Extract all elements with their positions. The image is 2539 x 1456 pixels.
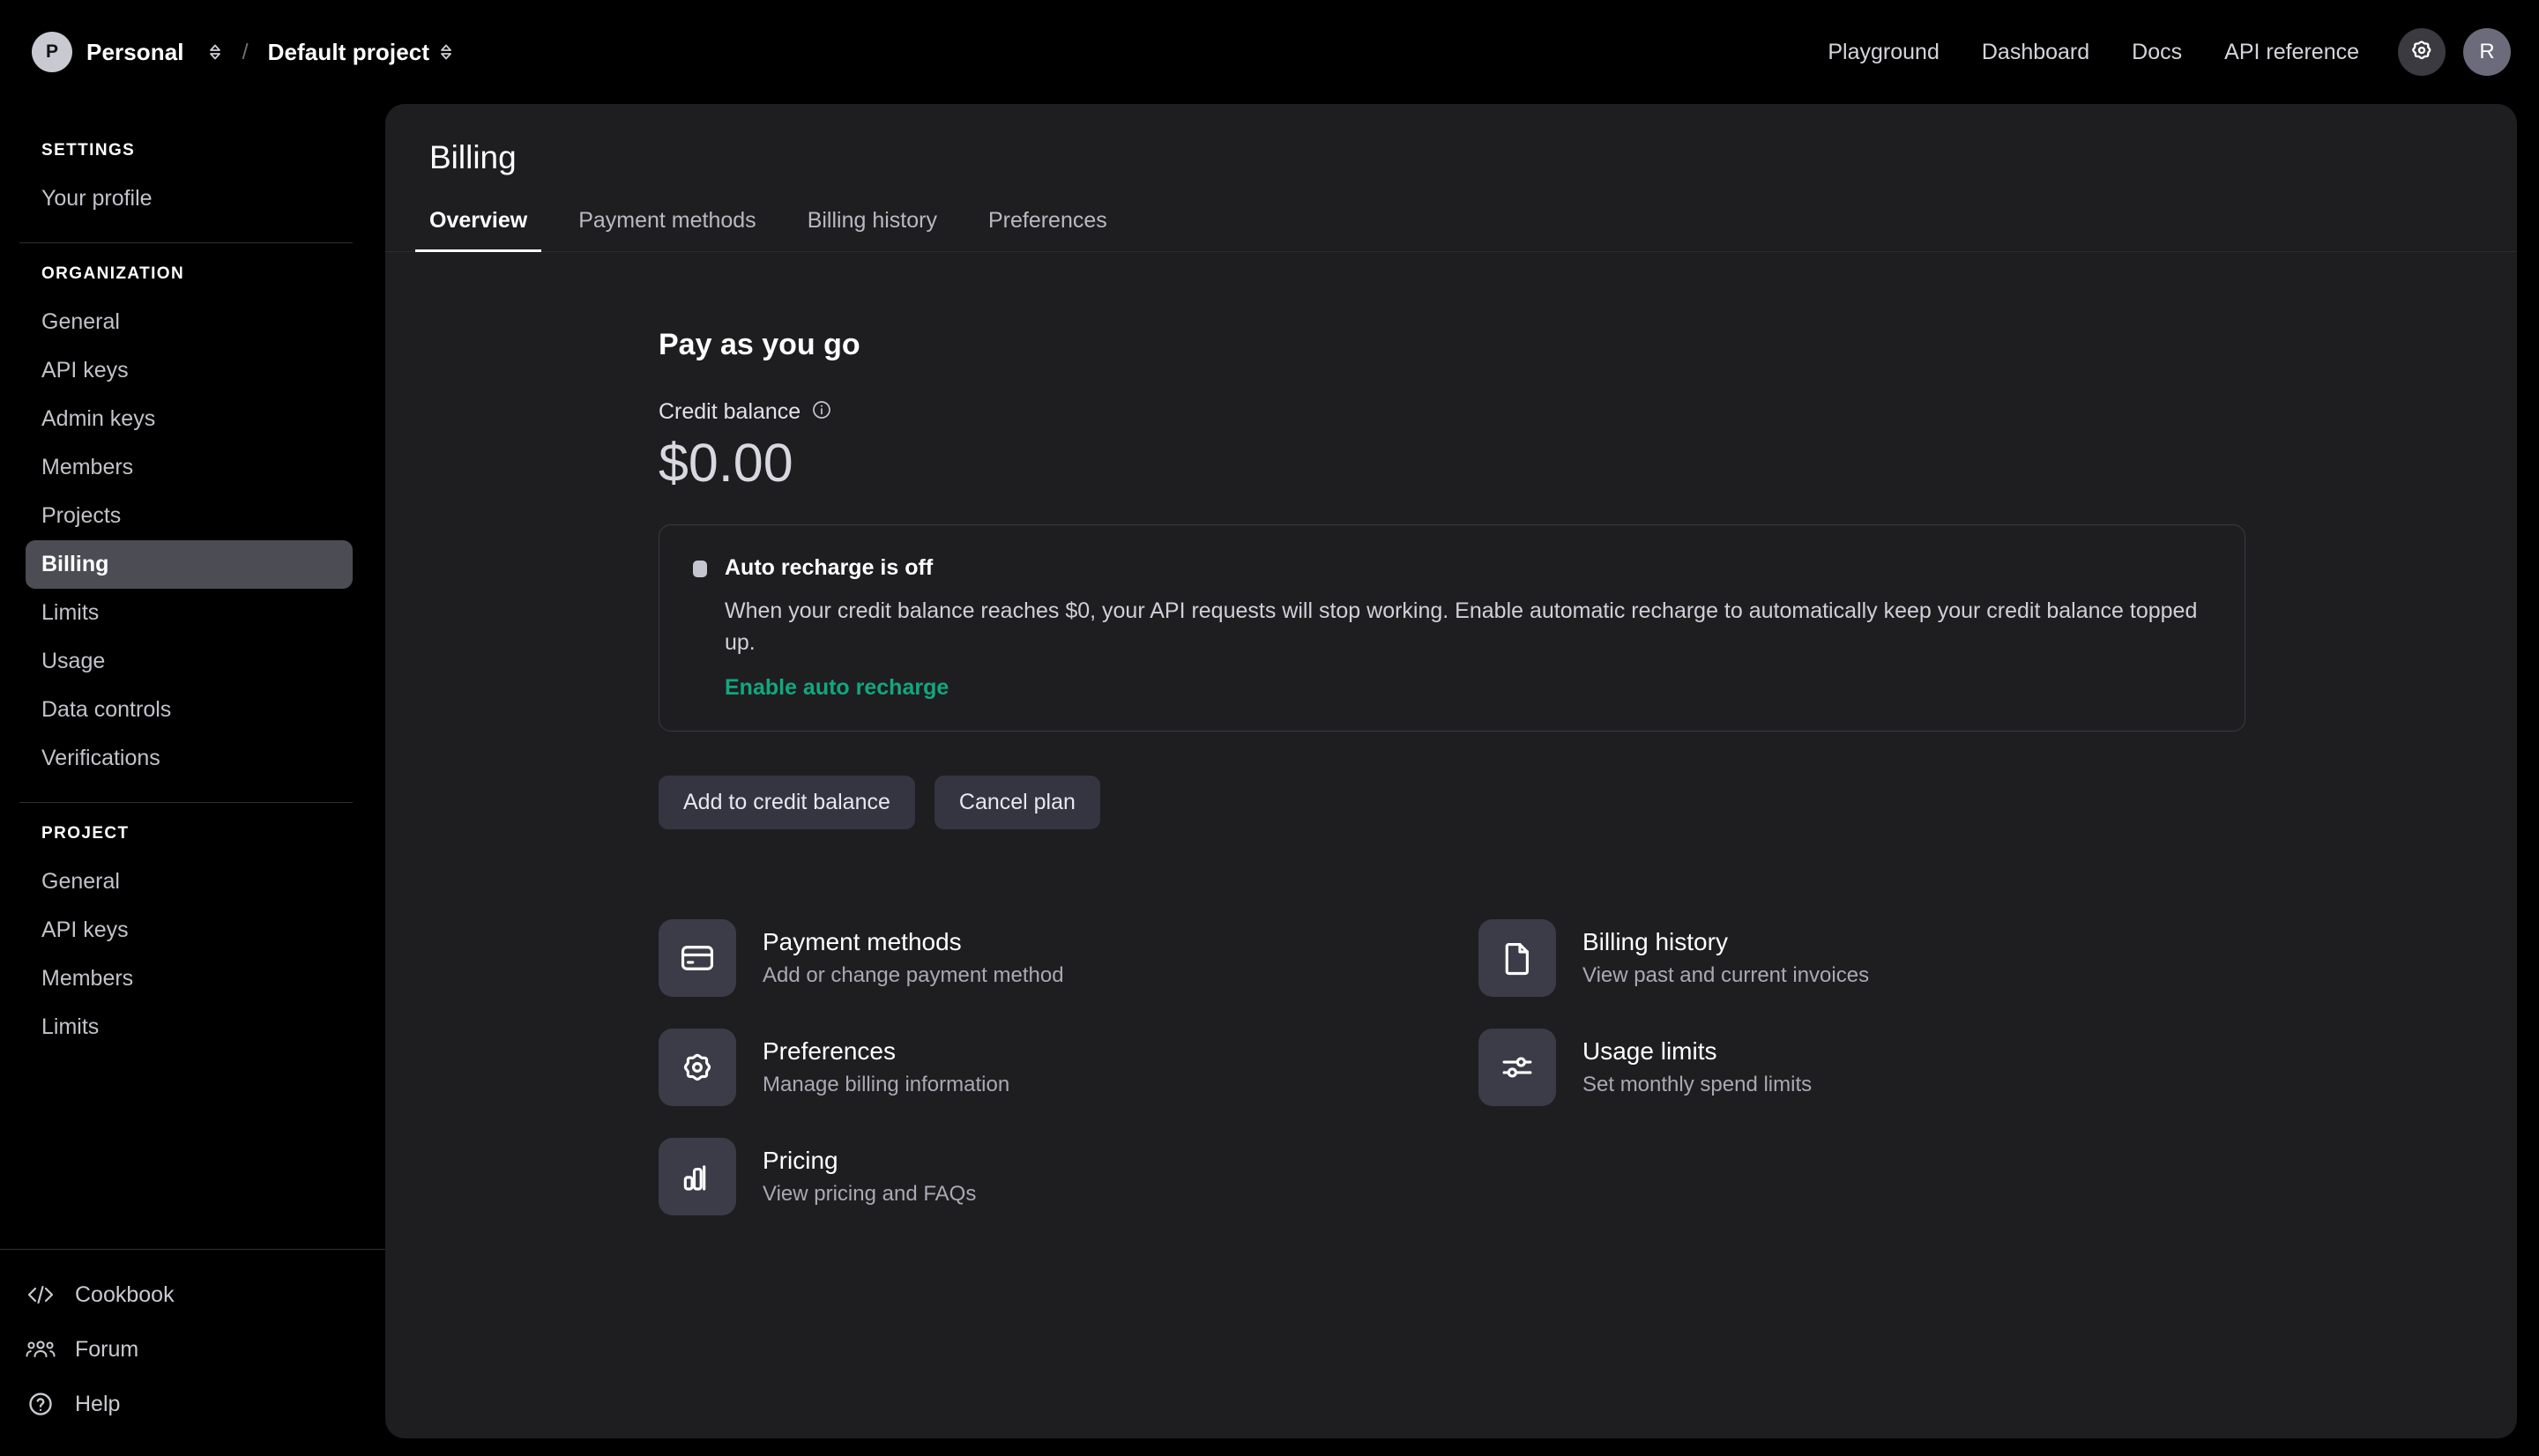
top-navigation: Playground Dashboard Docs API reference … xyxy=(1806,28,2511,76)
sidebar-item-verifications[interactable]: Verifications xyxy=(26,734,353,783)
tab-overview[interactable]: Overview xyxy=(415,208,542,252)
sidebar-item-project-api-keys[interactable]: API keys xyxy=(26,906,353,955)
card-usage-limits[interactable]: Usage limits Set monthly spend limits xyxy=(1478,1028,2298,1106)
card-subtitle: Manage billing information xyxy=(763,1072,1010,1096)
info-circle-icon[interactable] xyxy=(811,399,832,425)
billing-links-grid: Payment methods Add or change payment me… xyxy=(659,918,2517,1215)
card-subtitle: Set monthly spend limits xyxy=(1582,1072,1813,1096)
project-switcher[interactable]: Default project xyxy=(268,39,455,66)
document-icon xyxy=(1478,918,1556,997)
card-payment-methods[interactable]: Payment methods Add or change payment me… xyxy=(659,918,1478,997)
breadcrumb: P Personal / Default project xyxy=(32,32,454,72)
sidebar-item-general[interactable]: General xyxy=(26,298,353,346)
footer-item-label: Help xyxy=(75,1391,121,1416)
project-name: Default project xyxy=(267,38,430,65)
nav-link-api-reference[interactable]: API reference xyxy=(2203,31,2380,74)
cancel-plan-button[interactable]: Cancel plan xyxy=(934,775,1100,829)
card-title: Payment methods xyxy=(763,927,962,955)
footer-item-label: Forum xyxy=(75,1336,139,1362)
sidebar-item-api-keys[interactable]: API keys xyxy=(26,346,353,395)
sidebar-section-organization: ORGANIZATION xyxy=(41,264,185,283)
sidebar: SETTINGS Your profile ORGANIZATION Gener… xyxy=(0,104,385,1456)
people-group-icon xyxy=(26,1334,56,1364)
auto-recharge-description: When your credit balance reaches $0, you… xyxy=(725,598,2198,656)
credit-balance-label-row: Credit balance xyxy=(659,399,2517,425)
sidebar-item-members[interactable]: Members xyxy=(26,443,353,492)
sidebar-item-your-profile[interactable]: Your profile xyxy=(26,175,353,223)
add-to-credit-balance-button[interactable]: Add to credit balance xyxy=(659,775,915,829)
breadcrumb-separator: / xyxy=(242,39,249,64)
card-subtitle: View pricing and FAQs xyxy=(763,1181,977,1206)
bar-chart-icon xyxy=(659,1137,736,1215)
billing-tabs: Overview Payment methods Billing history… xyxy=(385,176,2517,252)
org-avatar: P xyxy=(32,32,72,72)
org-name: Personal xyxy=(86,38,184,65)
tab-payment-methods[interactable]: Payment methods xyxy=(564,208,771,252)
sidebar-item-limits[interactable]: Limits xyxy=(26,589,353,637)
plan-title: Pay as you go xyxy=(659,328,860,361)
footer-item-help[interactable]: Help xyxy=(0,1377,385,1431)
sidebar-item-usage[interactable]: Usage xyxy=(26,637,353,686)
sidebar-item-billing[interactable]: Billing xyxy=(26,540,353,589)
sidebar-footer: Cookbook Forum Help xyxy=(0,1249,385,1456)
footer-item-cookbook[interactable]: Cookbook xyxy=(0,1267,385,1322)
card-subtitle: View past and current invoices xyxy=(1582,962,1870,987)
org-switcher[interactable]: P Personal xyxy=(32,32,223,72)
card-title: Pricing xyxy=(763,1146,838,1174)
settings-button[interactable] xyxy=(2398,28,2446,76)
tab-preferences[interactable]: Preferences xyxy=(974,208,1121,252)
auto-recharge-toggle[interactable] xyxy=(693,561,707,578)
chevron-updown-icon xyxy=(207,43,223,61)
billing-overview-content: Pay as you go Credit balance $0.00 Auto … xyxy=(385,252,2517,1215)
sidebar-item-data-controls[interactable]: Data controls xyxy=(26,686,353,734)
card-pricing[interactable]: Pricing View pricing and FAQs xyxy=(659,1137,1478,1215)
top-bar: P Personal / Default project Playground … xyxy=(0,0,2539,104)
card-title: Usage limits xyxy=(1582,1036,1717,1065)
tab-billing-history[interactable]: Billing history xyxy=(793,208,951,252)
auto-recharge-title: Auto recharge is off xyxy=(725,555,934,581)
gear-icon xyxy=(2409,37,2435,68)
auto-recharge-card: Auto recharge is off When your credit ba… xyxy=(659,524,2245,732)
user-avatar[interactable]: R xyxy=(2463,28,2511,76)
sidebar-divider xyxy=(19,242,353,243)
sidebar-section-settings: SETTINGS xyxy=(41,141,136,160)
page-title: Billing xyxy=(429,139,517,175)
card-title: Preferences xyxy=(763,1036,896,1065)
sidebar-item-admin-keys[interactable]: Admin keys xyxy=(26,395,353,443)
card-billing-history[interactable]: Billing history View past and current in… xyxy=(1478,918,2298,997)
sidebar-divider xyxy=(19,802,353,803)
sidebar-item-project-members[interactable]: Members xyxy=(26,955,353,1003)
card-subtitle: Add or change payment method xyxy=(763,962,1064,987)
card-preferences[interactable]: Preferences Manage billing information xyxy=(659,1028,1478,1106)
card-title: Billing history xyxy=(1582,927,1728,955)
enable-auto-recharge-link[interactable]: Enable auto recharge xyxy=(725,675,949,701)
credit-card-icon xyxy=(659,918,736,997)
credit-balance-label: Credit balance xyxy=(659,399,801,424)
billing-actions: Add to credit balance Cancel plan xyxy=(659,775,2517,829)
sliders-icon xyxy=(1478,1028,1556,1106)
sidebar-section-project: PROJECT xyxy=(41,824,130,843)
chevron-updown-icon xyxy=(438,43,454,61)
sidebar-item-project-general[interactable]: General xyxy=(26,858,353,906)
nav-link-dashboard[interactable]: Dashboard xyxy=(1961,31,2111,74)
sidebar-item-project-limits[interactable]: Limits xyxy=(26,1003,353,1051)
code-brackets-icon xyxy=(26,1280,56,1310)
main-panel: Billing Overview Payment methods Billing… xyxy=(385,104,2517,1438)
nav-link-docs[interactable]: Docs xyxy=(2111,31,2203,74)
sidebar-scroll-area[interactable]: SETTINGS Your profile ORGANIZATION Gener… xyxy=(0,104,385,1229)
sidebar-item-projects[interactable]: Projects xyxy=(26,492,353,540)
footer-item-label: Cookbook xyxy=(75,1281,175,1307)
credit-balance-amount: $0.00 xyxy=(659,433,793,493)
footer-item-forum[interactable]: Forum xyxy=(0,1322,385,1377)
gear-icon xyxy=(659,1028,736,1106)
nav-link-playground[interactable]: Playground xyxy=(1806,31,1960,74)
question-circle-icon xyxy=(26,1389,56,1419)
